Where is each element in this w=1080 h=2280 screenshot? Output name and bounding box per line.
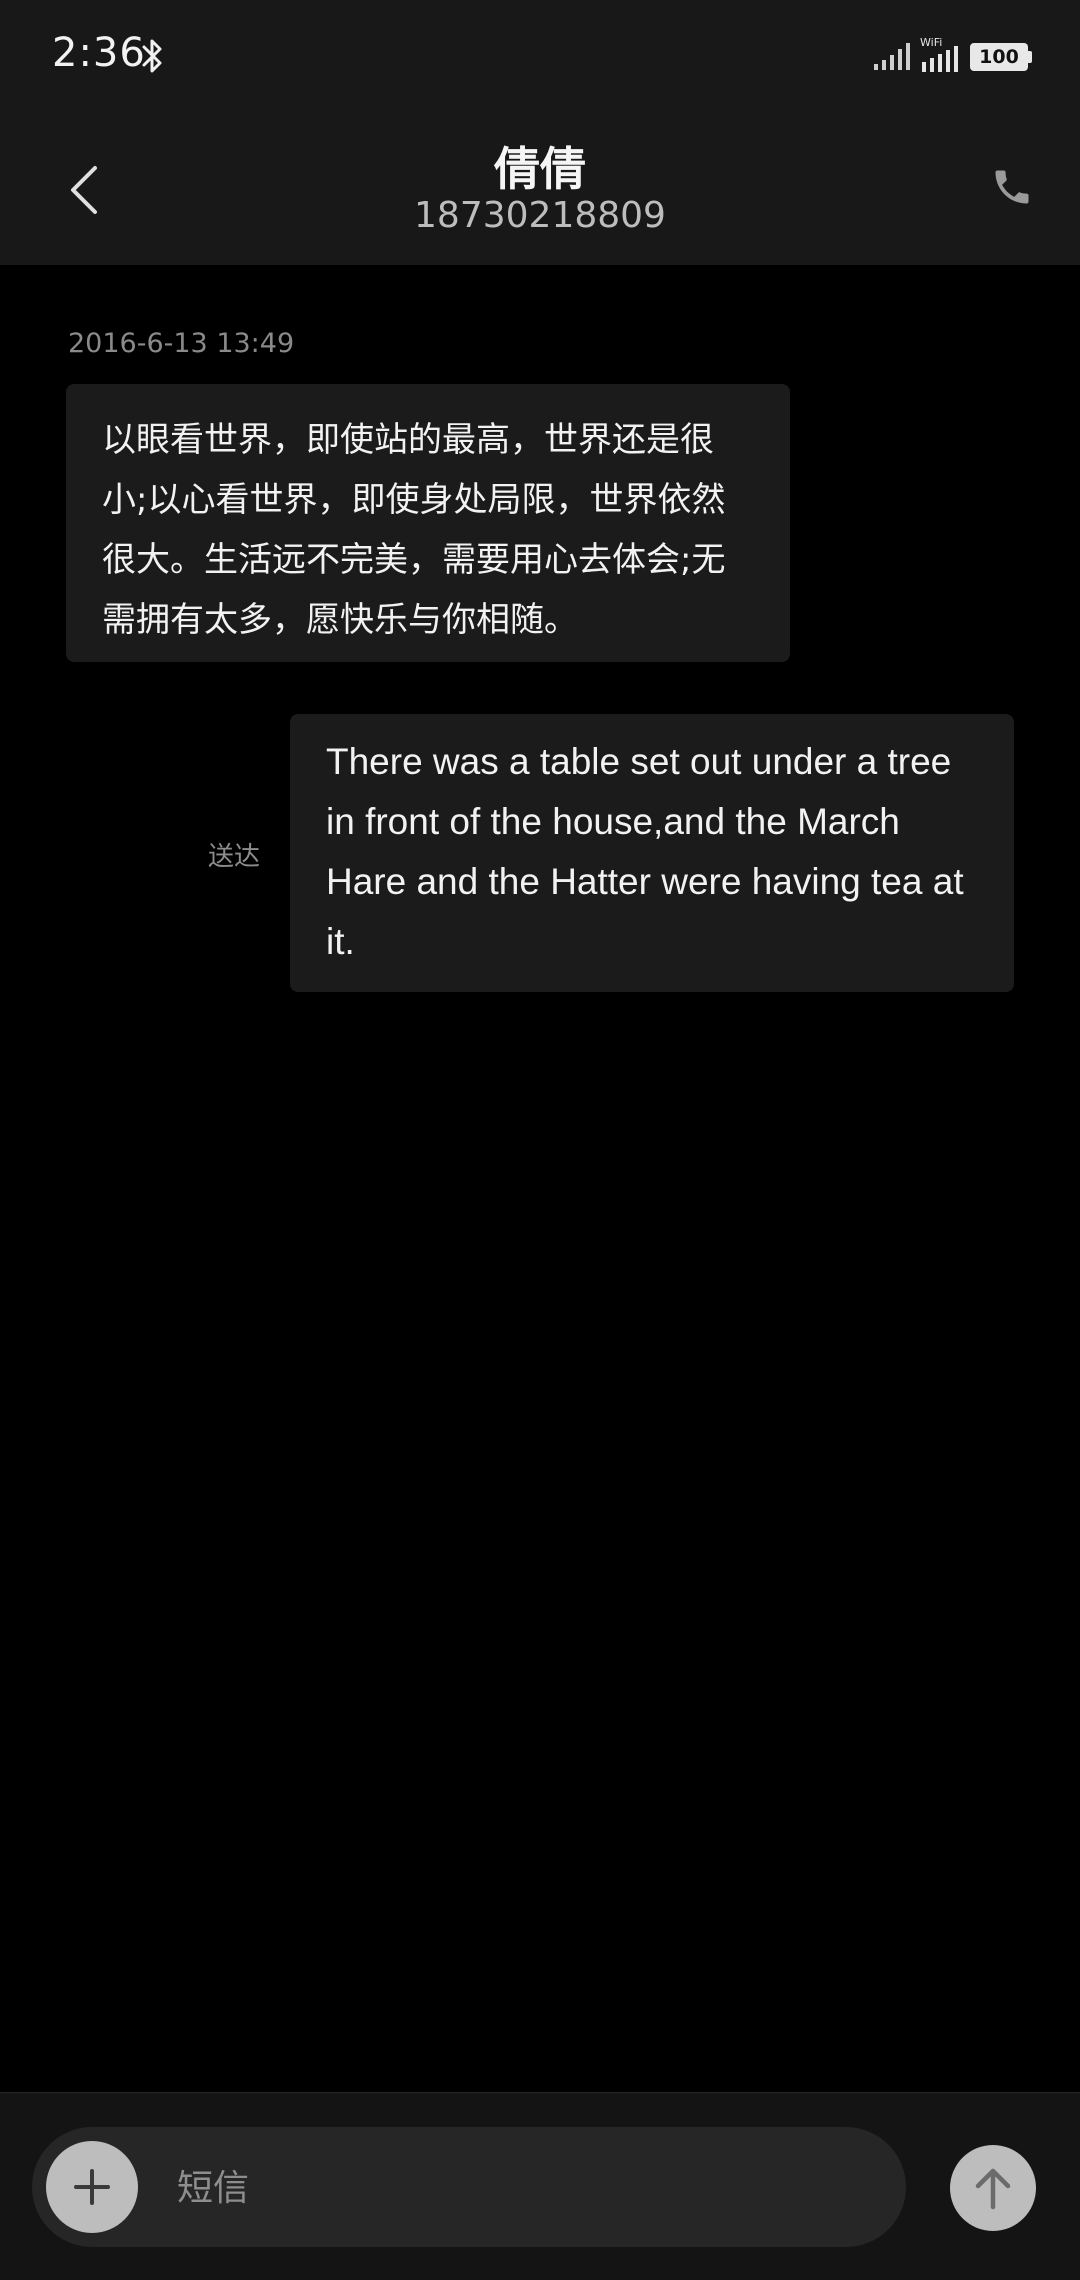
contact-number: 18730218809 <box>414 195 666 236</box>
contact-name: 倩倩 <box>494 142 586 196</box>
battery-level: 100 <box>970 43 1028 71</box>
outgoing-message-bubble[interactable]: There was a table set out under a tree i… <box>290 714 1014 992</box>
composer-pill <box>32 2127 906 2247</box>
composer-bar <box>0 2092 1080 2280</box>
status-time: 2:36 <box>52 30 146 76</box>
delivery-status: 送达 <box>208 842 261 872</box>
wifi-icon: WiFi <box>920 36 962 72</box>
arrow-up-icon <box>975 2168 1011 2210</box>
conversation-header: 倩倩 18730218809 <box>0 115 1080 265</box>
plus-icon <box>74 2169 110 2205</box>
wifi-bars-icon <box>922 46 958 72</box>
messaging-screen: 2:36 WiFi 100 倩倩 18730218809 2016-6-13 1… <box>0 0 1080 2280</box>
incoming-message-text: 以眼看世界，即使站的最高，世界还是很小;以心看世界，即使身处局限，世界依然很大。… <box>102 420 726 640</box>
message-timestamp: 2016-6-13 13:49 <box>68 328 295 359</box>
outgoing-message-text: There was a table set out under a tree i… <box>326 741 964 962</box>
call-button[interactable] <box>982 157 1042 217</box>
message-input[interactable] <box>177 2153 877 2223</box>
status-bar: 2:36 WiFi 100 <box>0 0 1080 115</box>
battery-indicator: 100 <box>970 42 1032 72</box>
battery-tip <box>1028 51 1032 63</box>
attach-button[interactable] <box>46 2141 138 2233</box>
cellular-signal-icon <box>874 43 910 70</box>
phone-icon <box>995 170 1029 204</box>
incoming-message-bubble[interactable]: 以眼看世界，即使站的最高，世界还是很小;以心看世界，即使身处局限，世界依然很大。… <box>66 384 790 662</box>
send-button[interactable] <box>950 2145 1036 2231</box>
bluetooth-icon <box>142 39 162 73</box>
